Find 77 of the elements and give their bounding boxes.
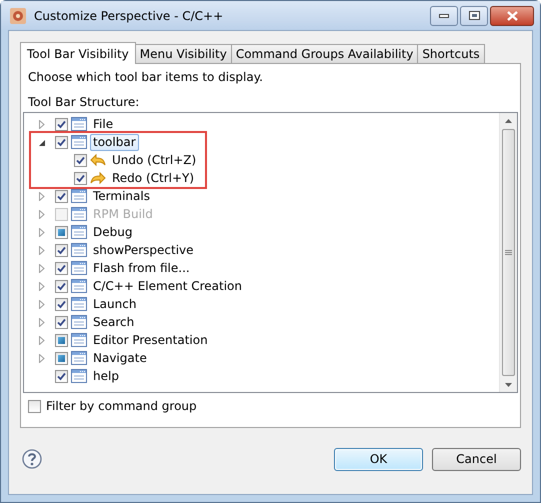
close-button[interactable] bbox=[490, 6, 534, 26]
toolbar-icon bbox=[71, 135, 87, 149]
expand-arrow-icon[interactable] bbox=[37, 228, 46, 236]
collapse-arrow-icon[interactable] bbox=[37, 138, 46, 146]
checkbox[interactable] bbox=[55, 244, 68, 256]
expand-arrow-icon[interactable] bbox=[37, 264, 46, 272]
window-title: Customize Perspective - C/C++ bbox=[34, 8, 224, 22]
expand-arrow-icon[interactable] bbox=[37, 120, 46, 128]
redo-icon bbox=[90, 171, 106, 185]
checkbox-label[interactable]: Filter by command group bbox=[46, 399, 197, 413]
tab[interactable]: Menu Visibility bbox=[134, 44, 232, 63]
tab[interactable]: Tool Bar Visibility bbox=[20, 42, 136, 64]
checkbox[interactable] bbox=[55, 316, 68, 328]
expand-arrow-icon[interactable] bbox=[37, 300, 46, 308]
scroll-down-icon[interactable] bbox=[505, 382, 512, 386]
tree-item[interactable]: toolbar bbox=[90, 134, 139, 150]
dialog-button[interactable]: Cancel bbox=[432, 448, 521, 470]
expand-arrow-icon[interactable] bbox=[37, 282, 46, 290]
minimize-button[interactable] bbox=[430, 6, 458, 26]
tree-item[interactable]: Redo (Ctrl+Y) bbox=[109, 170, 198, 186]
help-icon[interactable] bbox=[22, 449, 42, 469]
grip-icon[interactable] bbox=[505, 249, 512, 256]
minimize-icon bbox=[439, 14, 449, 18]
expand-arrow-icon[interactable] bbox=[37, 246, 46, 254]
expand-arrow-icon[interactable] bbox=[37, 336, 46, 344]
expand-arrow-icon[interactable] bbox=[37, 318, 46, 326]
toolbar-icon bbox=[71, 189, 87, 203]
checkbox[interactable] bbox=[74, 154, 87, 166]
tree-item[interactable]: Terminals bbox=[90, 188, 153, 204]
checkbox[interactable] bbox=[28, 400, 41, 412]
scroll-up-icon[interactable] bbox=[505, 118, 512, 122]
checkbox[interactable] bbox=[55, 352, 68, 364]
toolbar-icon bbox=[71, 333, 87, 347]
app-icon bbox=[10, 8, 26, 24]
expand-arrow-icon[interactable] bbox=[37, 354, 46, 362]
checkbox[interactable] bbox=[55, 226, 68, 238]
dialog-button[interactable]: OK bbox=[334, 448, 423, 470]
close-icon bbox=[506, 10, 518, 20]
toolbar-icon bbox=[71, 297, 87, 311]
tree-item[interactable]: Search bbox=[90, 314, 138, 330]
checkbox[interactable] bbox=[55, 370, 68, 382]
tree-item[interactable]: Undo (Ctrl+Z) bbox=[109, 152, 200, 168]
toolbar-icon bbox=[71, 225, 87, 239]
tree-item[interactable]: Editor Presentation bbox=[90, 332, 211, 348]
toolbar-icon bbox=[71, 207, 87, 221]
maximize-button[interactable] bbox=[460, 6, 488, 26]
checkbox[interactable] bbox=[55, 190, 68, 202]
description-text: Choose which tool bar items to display. bbox=[27, 70, 264, 85]
checkbox[interactable] bbox=[74, 172, 87, 184]
toolbar-icon bbox=[71, 117, 87, 131]
toolbar-icon bbox=[71, 279, 87, 293]
tree-item[interactable]: File bbox=[90, 116, 116, 132]
checkbox[interactable] bbox=[55, 298, 68, 310]
toolbar-icon bbox=[71, 261, 87, 275]
tree-item[interactable]: Navigate bbox=[90, 350, 150, 366]
toolbar-icon bbox=[71, 315, 87, 329]
checkbox[interactable] bbox=[55, 280, 68, 292]
tree-item[interactable]: Debug bbox=[90, 224, 136, 240]
maximize-icon bbox=[468, 11, 480, 20]
toolbar-icon bbox=[71, 351, 87, 365]
checkbox[interactable] bbox=[55, 136, 68, 148]
tree-item[interactable]: help bbox=[90, 368, 122, 384]
scrollbar[interactable] bbox=[499, 113, 517, 392]
tree-item[interactable]: Flash from file... bbox=[90, 260, 193, 276]
toolbar-icon bbox=[71, 243, 87, 257]
checkbox[interactable] bbox=[55, 118, 68, 130]
checkbox[interactable] bbox=[55, 334, 68, 346]
expand-arrow-icon[interactable] bbox=[37, 192, 46, 200]
tree-item[interactable]: C/C++ Element Creation bbox=[90, 278, 245, 294]
tree-item[interactable]: showPerspective bbox=[90, 242, 197, 258]
tree-item[interactable]: Launch bbox=[90, 296, 140, 312]
undo-icon bbox=[90, 153, 106, 167]
checkbox[interactable] bbox=[55, 262, 68, 274]
toolbar-icon bbox=[71, 369, 87, 383]
tree-heading: Tool Bar Structure: bbox=[27, 95, 140, 110]
tab[interactable]: Shortcuts bbox=[417, 44, 485, 63]
tab[interactable]: Command Groups Availability bbox=[230, 44, 418, 63]
